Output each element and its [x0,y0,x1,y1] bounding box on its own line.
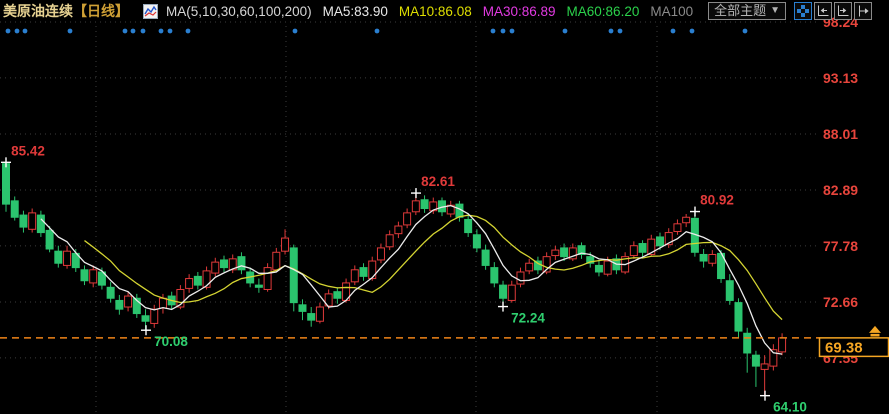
line-chart-icon [143,4,158,19]
price-up-arrow-icon [869,326,881,333]
ma-value-label: MA5:83.90 [323,4,388,19]
grid-plus-button[interactable] [794,2,812,20]
current-price-badge: 69.38 [820,326,889,357]
ma-values: MA5:83.90 MA10:86.08 MA30:86.89 MA60:86.20 M… [312,4,694,19]
svg-text:88.01: 88.01 [823,126,858,142]
header-bar: 美原油连续 【日线】 MA(5,10,30,60,100,200) MA5:83… [0,0,889,22]
svg-text:93.13: 93.13 [823,70,858,86]
symbol-title: 美原油连续 [3,1,73,21]
event-markers [6,29,748,34]
zoom-out-chart-button[interactable] [814,2,832,20]
price-annotations: 85.42 82.61 80.92 70.08 72.24 64.10 [1,143,807,414]
pan-right-button[interactable] [854,2,872,20]
pan-right-icon [856,4,870,18]
ma-line-ma5 [41,206,782,354]
candlestick-chart[interactable]: 98.2493.1388.0182.8977.7872.6667.5585.42… [0,0,889,414]
ma-settings-label: MA(5,10,30,60,100,200) [166,4,312,19]
svg-text:64.10: 64.10 [773,400,807,414]
period-label: 【日线】 [73,1,129,21]
ma-value-label: MA60:86.20 [567,4,640,19]
svg-text:82.89: 82.89 [823,182,858,198]
zoom-in-chart-icon [836,4,850,18]
ma-value-label: MA100 [650,4,693,19]
ma-value-label: MA10:86.08 [399,4,472,19]
zoom-in-chart-button[interactable] [834,2,852,20]
ma-value-label: MA30:86.89 [483,4,556,19]
price-axis: 98.2493.1388.0182.8977.7872.6667.55 [823,14,858,366]
theme-dropdown-label: 全部主题 [714,3,766,19]
grid-plus-icon [796,4,810,18]
candles [3,162,786,395]
svg-text:70.08: 70.08 [154,334,188,349]
svg-text:82.61: 82.61 [421,174,455,189]
svg-text:80.92: 80.92 [700,193,734,208]
chevron-down-icon: ▼ [770,3,780,19]
svg-text:69.38: 69.38 [825,339,863,356]
svg-text:72.66: 72.66 [823,294,858,310]
zoom-out-chart-icon [816,4,830,18]
trading-chart-app: 98.2493.1388.0182.8977.7872.6667.5585.42… [0,0,889,414]
svg-text:77.78: 77.78 [823,238,858,254]
svg-text:85.42: 85.42 [11,143,45,158]
theme-dropdown[interactable]: 全部主题 ▼ [708,2,786,20]
svg-text:72.24: 72.24 [511,311,545,326]
